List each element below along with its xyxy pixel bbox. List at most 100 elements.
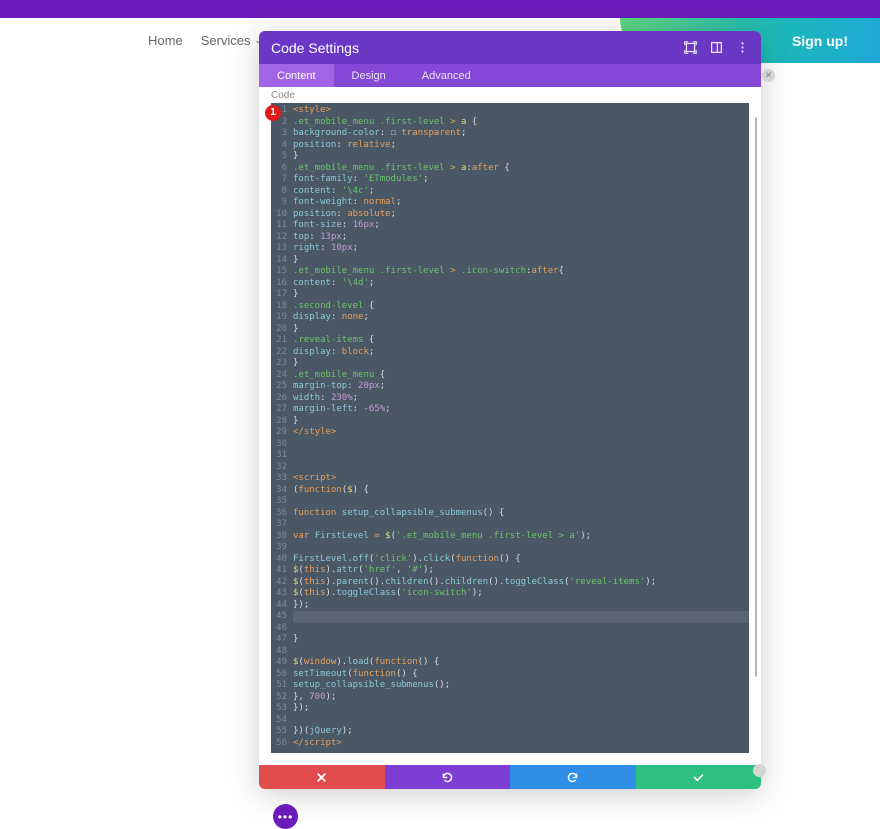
code-line[interactable]: 40FirstLevel.off('click').click(function…: [271, 554, 749, 566]
code-line-content[interactable]: setTimeout(function() {: [293, 669, 749, 681]
code-line-content[interactable]: .second-level {: [293, 301, 749, 313]
resize-handle[interactable]: [753, 764, 766, 777]
code-line[interactable]: 41$(this).attr('href', '#');: [271, 565, 749, 577]
code-line[interactable]: 30: [271, 439, 749, 451]
code-line[interactable]: 55})(jQuery);: [271, 726, 749, 738]
code-line[interactable]: 49$(window).load(function() {: [271, 657, 749, 669]
code-line-content[interactable]: [293, 439, 749, 451]
code-line-content[interactable]: .et_mobile_menu .first-level > a:after {: [293, 163, 749, 175]
code-line-content[interactable]: font-weight: normal;: [293, 197, 749, 209]
redo-button[interactable]: [510, 765, 636, 789]
code-line-content[interactable]: font-family: 'ETmodules';: [293, 174, 749, 186]
code-line[interactable]: 53});: [271, 703, 749, 715]
code-line[interactable]: 22display: block;: [271, 347, 749, 359]
code-line[interactable]: 7font-family: 'ETmodules';: [271, 174, 749, 186]
code-line-content[interactable]: <style>: [293, 105, 749, 117]
code-line-content[interactable]: .et_mobile_menu .first-level > .icon-swi…: [293, 266, 749, 278]
code-line[interactable]: 6.et_mobile_menu .first-level > a:after …: [271, 163, 749, 175]
more-icon[interactable]: [735, 41, 749, 55]
code-line[interactable]: 34(function($) {: [271, 485, 749, 497]
nav-home[interactable]: Home: [148, 33, 183, 48]
code-line-content[interactable]: });: [293, 703, 749, 715]
code-line-content[interactable]: [293, 646, 749, 658]
code-line[interactable]: 42$(this).parent().children().children()…: [271, 577, 749, 589]
code-line-content[interactable]: </style>: [293, 427, 749, 439]
code-line[interactable]: 46: [271, 623, 749, 635]
code-line[interactable]: 54: [271, 715, 749, 727]
code-line-content[interactable]: $(window).load(function() {: [293, 657, 749, 669]
code-line-content[interactable]: right: 10px;: [293, 243, 749, 255]
code-line-content[interactable]: margin-left: -65%;: [293, 404, 749, 416]
code-line-content[interactable]: [293, 611, 749, 623]
tab-design[interactable]: Design: [334, 64, 404, 87]
panel-icon[interactable]: [709, 41, 723, 55]
code-line[interactable]: 24.et_mobile_menu {: [271, 370, 749, 382]
floating-menu-button[interactable]: •••: [273, 804, 298, 829]
code-line-content[interactable]: var FirstLevel = $('.et_mobile_menu .fir…: [293, 531, 749, 543]
code-line[interactable]: 13right: 10px;: [271, 243, 749, 255]
code-line-content[interactable]: .reveal-items {: [293, 335, 749, 347]
code-line[interactable]: 35: [271, 496, 749, 508]
code-line-content[interactable]: function setup_collapsible_submenus() {: [293, 508, 749, 520]
code-line-content[interactable]: [293, 450, 749, 462]
code-line-content[interactable]: }: [293, 289, 749, 301]
code-line-content[interactable]: <script>: [293, 473, 749, 485]
code-line-content[interactable]: }: [293, 634, 749, 646]
cancel-button[interactable]: [259, 765, 385, 789]
code-line-content[interactable]: margin-top: 20px;: [293, 381, 749, 393]
code-line[interactable]: 45: [271, 611, 749, 623]
code-line-content[interactable]: position: relative;: [293, 140, 749, 152]
code-line[interactable]: 38var FirstLevel = $('.et_mobile_menu .f…: [271, 531, 749, 543]
code-line[interactable]: 15.et_mobile_menu .first-level > .icon-s…: [271, 266, 749, 278]
code-line-content[interactable]: setup_collapsible_submenus();: [293, 680, 749, 692]
code-line[interactable]: 52}, 700);: [271, 692, 749, 704]
code-line-content[interactable]: .et_mobile_menu {: [293, 370, 749, 382]
code-line[interactable]: 27margin-left: -65%;: [271, 404, 749, 416]
code-line[interactable]: 9font-weight: normal;: [271, 197, 749, 209]
tab-advanced[interactable]: Advanced: [404, 64, 489, 87]
code-line-content[interactable]: [293, 623, 749, 635]
code-line-content[interactable]: [293, 715, 749, 727]
code-line-content[interactable]: })(jQuery);: [293, 726, 749, 738]
code-line[interactable]: 23}: [271, 358, 749, 370]
code-line[interactable]: 3background-color: ☐ transparent;: [271, 128, 749, 140]
code-line-content[interactable]: [293, 519, 749, 531]
code-line[interactable]: 1<style>: [271, 105, 749, 117]
code-line-content[interactable]: .et_mobile_menu .first-level > a {: [293, 117, 749, 129]
code-line[interactable]: 31: [271, 450, 749, 462]
nav-services[interactable]: Services ⌄: [201, 33, 262, 48]
code-line[interactable]: 2.et_mobile_menu .first-level > a {: [271, 117, 749, 129]
code-line[interactable]: 36function setup_collapsible_submenus() …: [271, 508, 749, 520]
code-line[interactable]: 37: [271, 519, 749, 531]
code-line-content[interactable]: }: [293, 255, 749, 267]
code-line-content[interactable]: </script>: [293, 738, 749, 750]
code-line-content[interactable]: display: none;: [293, 312, 749, 324]
code-line-content[interactable]: display: block;: [293, 347, 749, 359]
code-line-content[interactable]: width: 230%;: [293, 393, 749, 405]
undo-button[interactable]: [385, 765, 511, 789]
scrollbar[interactable]: [755, 117, 757, 677]
code-line[interactable]: 12top: 13px;: [271, 232, 749, 244]
code-line[interactable]: 19display: none;: [271, 312, 749, 324]
signup-button[interactable]: Sign up!: [792, 33, 880, 49]
code-line-content[interactable]: }: [293, 151, 749, 163]
code-line-content[interactable]: $(this).parent().children().children().t…: [293, 577, 749, 589]
code-line[interactable]: 51setup_collapsible_submenus();: [271, 680, 749, 692]
code-line[interactable]: 39: [271, 542, 749, 554]
code-line[interactable]: 47}: [271, 634, 749, 646]
code-editor[interactable]: 1 1<style>2.et_mobile_menu .first-level …: [271, 103, 749, 753]
code-line[interactable]: 4position: relative;: [271, 140, 749, 152]
code-line[interactable]: 26width: 230%;: [271, 393, 749, 405]
code-line[interactable]: 11font-size: 16px;: [271, 220, 749, 232]
code-line-content[interactable]: background-color: ☐ transparent;: [293, 128, 749, 140]
code-line[interactable]: 50setTimeout(function() {: [271, 669, 749, 681]
code-line[interactable]: 32: [271, 462, 749, 474]
code-line-content[interactable]: }: [293, 358, 749, 370]
expand-icon[interactable]: [683, 41, 697, 55]
code-line[interactable]: 18.second-level {: [271, 301, 749, 313]
modal-header[interactable]: Code Settings: [259, 31, 761, 64]
tab-content[interactable]: Content: [259, 64, 334, 87]
code-line-content[interactable]: [293, 542, 749, 554]
code-line[interactable]: 14}: [271, 255, 749, 267]
code-line[interactable]: 56</script>: [271, 738, 749, 750]
